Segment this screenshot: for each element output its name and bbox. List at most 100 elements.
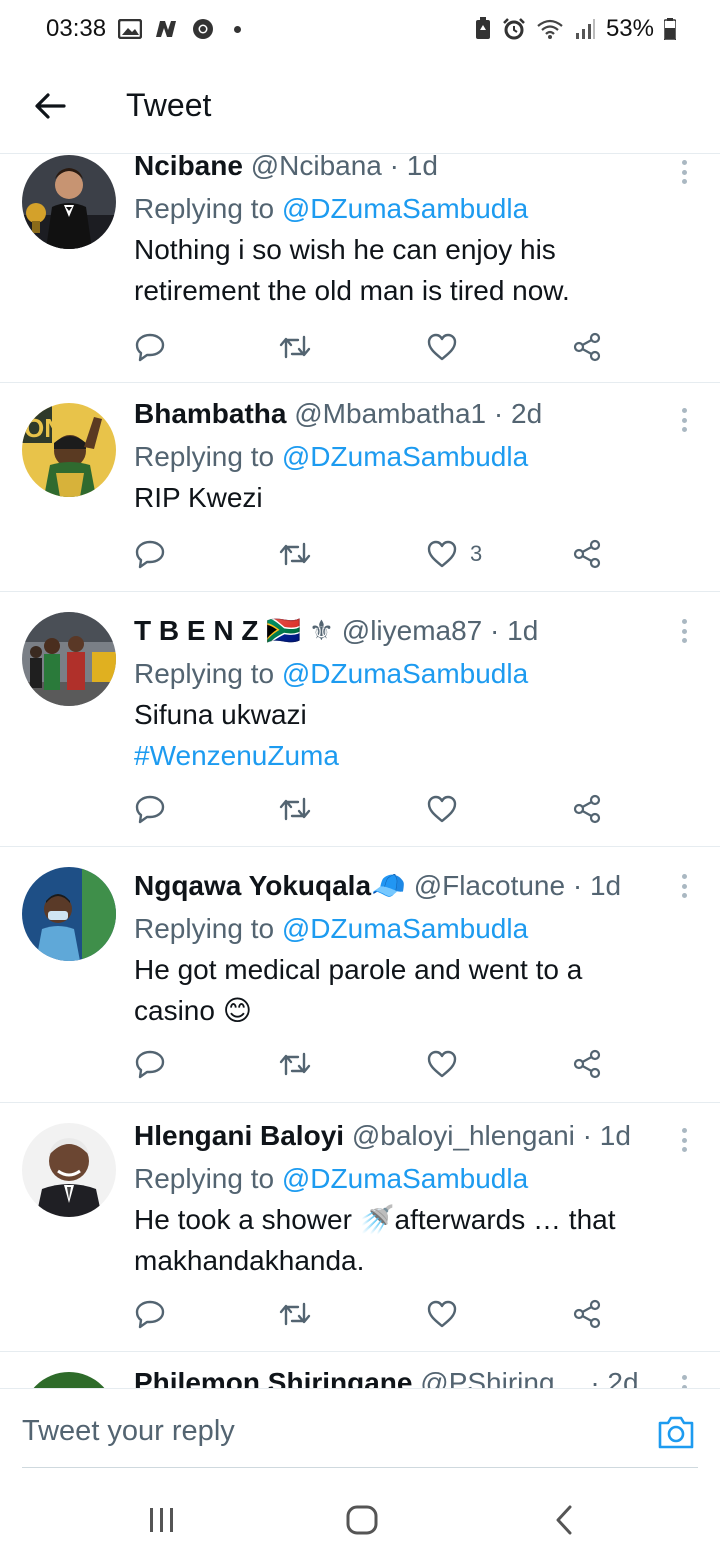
tweet-item[interactable]: Ngqawa Yokuqala🧢 @Flacotune · 1d Replyin…: [0, 847, 720, 1103]
more-options-icon[interactable]: [676, 405, 692, 435]
username[interactable]: @Flacotune: [414, 870, 565, 901]
avatar[interactable]: [22, 155, 116, 249]
system-nav-bar: [0, 1478, 720, 1560]
tweet-item[interactable]: ON Bhambatha @Mbambatha1 · 2d Replying t…: [0, 383, 720, 592]
tweet-header: Ncibane @Ncibana · 1d: [134, 155, 680, 183]
arrow-left-icon: [35, 92, 66, 119]
tweet-text: Nothing i so wish he can enjoy his retir…: [134, 229, 680, 311]
tweet-item[interactable]: Hlengani Baloyi @baloyi_hlengani · 1d Re…: [0, 1103, 720, 1352]
mention-link[interactable]: @DZumaSambudla: [282, 913, 528, 944]
share-button[interactable]: [572, 789, 602, 829]
like-button[interactable]: [426, 789, 470, 829]
share-button[interactable]: [572, 1294, 602, 1334]
display-name[interactable]: Ncibane: [134, 155, 243, 181]
tweet-actions: [134, 1044, 614, 1084]
avatar[interactable]: [22, 867, 116, 961]
reply-button[interactable]: [134, 1294, 166, 1334]
more-options-icon[interactable]: [676, 871, 692, 901]
tweet-header: Philemon Shiringane @PShiring… · 2d: [134, 1366, 680, 1388]
home-button[interactable]: [332, 1498, 392, 1542]
mention-link[interactable]: @DZumaSambudla: [282, 1163, 528, 1194]
reply-button[interactable]: [134, 1044, 166, 1084]
retweet-icon: [279, 1302, 311, 1326]
avatar[interactable]: [22, 1123, 116, 1217]
like-count: 3: [470, 541, 483, 566]
like-button[interactable]: [426, 1044, 470, 1084]
share-icon: [573, 794, 601, 824]
username[interactable]: @liyema87: [342, 615, 482, 646]
back-icon: [556, 1505, 572, 1535]
reply-icon: [135, 540, 165, 569]
avatar[interactable]: [22, 1372, 116, 1388]
hashtag-link[interactable]: #WenzenuZuma: [134, 735, 680, 776]
more-options-icon[interactable]: [676, 1372, 692, 1388]
timestamp: · 2d: [493, 398, 543, 429]
reply-button[interactable]: [134, 789, 166, 829]
tweet-item[interactable]: Philemon Shiringane @PShiring… · 2d: [0, 1352, 720, 1388]
heart-icon: [427, 795, 457, 823]
camera-button[interactable]: [656, 1413, 696, 1453]
battery-percent: 53%: [605, 15, 654, 42]
recents-button[interactable]: [132, 1498, 192, 1542]
mention-link[interactable]: @DZumaSambudla: [282, 193, 528, 224]
like-button[interactable]: [426, 1294, 470, 1334]
display-name[interactable]: T B E N Z: [134, 615, 258, 646]
display-name[interactable]: Philemon Shiringane: [134, 1367, 412, 1388]
tweet-text: RIP Kwezi: [134, 477, 680, 518]
reply-button[interactable]: [134, 327, 166, 367]
username[interactable]: @PShiring…: [420, 1367, 582, 1388]
avatar[interactable]: ON: [22, 403, 116, 497]
timestamp: · 1d: [490, 615, 539, 646]
mention-link[interactable]: @DZumaSambudla: [282, 441, 528, 472]
tweet-text-line: He took a shower 🚿afterwards … that: [134, 1204, 616, 1235]
share-button[interactable]: [572, 1044, 602, 1084]
tweet-header: Ngqawa Yokuqala🧢 @Flacotune · 1d: [134, 869, 680, 903]
chrome-icon: [192, 18, 214, 40]
mention-link[interactable]: @DZumaSambudla: [282, 658, 528, 689]
retweet-button[interactable]: [278, 534, 312, 574]
username[interactable]: @Ncibana: [251, 155, 382, 181]
heart-icon: [427, 540, 457, 568]
name-emoji: 🇿🇦 ⚜: [266, 615, 334, 646]
replying-to-label: Replying to: [134, 913, 282, 944]
tweet-header: T B E N Z 🇿🇦 ⚜ @liyema87 · 1d: [134, 614, 680, 648]
avatar[interactable]: [22, 612, 116, 706]
display-name[interactable]: Ngqawa Yokuqala: [134, 870, 371, 901]
retweet-button[interactable]: [278, 1044, 312, 1084]
share-icon: [573, 332, 601, 362]
replying-to: Replying to @DZumaSambudla: [134, 437, 680, 477]
replying-to-label: Replying to: [134, 441, 282, 472]
alarm-icon: [502, 17, 526, 41]
tweet-actions: 3: [134, 534, 614, 574]
retweet-button[interactable]: [278, 789, 312, 829]
timestamp: · 2d: [590, 1367, 639, 1388]
retweet-button[interactable]: [278, 327, 312, 367]
tweet-text: Sifuna ukwazi #WenzenuZuma: [134, 694, 680, 776]
reply-icon: [135, 333, 165, 362]
like-button[interactable]: [426, 327, 470, 367]
page-title: Tweet: [126, 87, 212, 123]
more-options-icon[interactable]: [676, 157, 692, 187]
tweet-actions: [134, 789, 614, 829]
replying-to: Replying to @DZumaSambudla: [134, 909, 680, 949]
replies-feed[interactable]: Ncibane @Ncibana · 1d Replying to @DZuma…: [0, 155, 720, 1388]
more-options-icon[interactable]: [676, 1125, 692, 1155]
retweet-button[interactable]: [278, 1294, 312, 1334]
reply-input[interactable]: Tweet your reply: [22, 1415, 235, 1448]
reply-button[interactable]: [134, 534, 166, 574]
system-back-button[interactable]: [534, 1498, 594, 1542]
display-name[interactable]: Bhambatha: [134, 398, 286, 429]
tweet-item[interactable]: T B E N Z 🇿🇦 ⚜ @liyema87 · 1d Replying t…: [0, 592, 720, 847]
timestamp: · 1d: [389, 155, 438, 181]
share-button[interactable]: [572, 327, 602, 367]
back-button[interactable]: [0, 58, 100, 154]
more-options-icon[interactable]: [676, 616, 692, 646]
like-button[interactable]: 3: [426, 534, 482, 574]
tweet-text: He took a shower 🚿afterwards … that makh…: [134, 1199, 680, 1281]
share-button[interactable]: [572, 534, 602, 574]
tweet-item[interactable]: Ncibane @Ncibana · 1d Replying to @DZuma…: [0, 155, 720, 383]
username[interactable]: @Mbambatha1: [294, 398, 486, 429]
username[interactable]: @baloyi_hlengani: [352, 1120, 575, 1151]
display-name[interactable]: Hlengani Baloyi: [134, 1120, 344, 1151]
retweet-icon: [279, 335, 311, 359]
